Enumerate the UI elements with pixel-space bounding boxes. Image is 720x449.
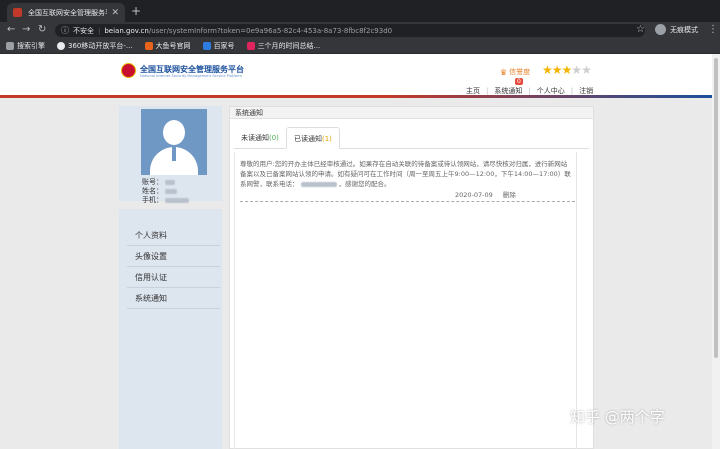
back-arrow-icon[interactable]: ← (7, 24, 15, 35)
bookmark-item[interactable]: 搜索引擎 (6, 41, 45, 51)
message-date: 2020-07-09 (455, 191, 493, 199)
delete-button[interactable]: 删除 (503, 191, 516, 199)
bookmark-item[interactable]: 360移动开放平台-... (57, 41, 133, 51)
star-filled-icon: ★ (561, 63, 573, 77)
name-label: 姓名： (142, 187, 163, 195)
credit-label: 信誉度 (509, 68, 531, 76)
baijiahao-logo-icon (202, 42, 211, 50)
zhihu-watermark: 知乎 @两个字 (570, 408, 665, 426)
scrollbar-thumb[interactable] (714, 58, 718, 358)
folder-icon (6, 42, 14, 50)
site-subtitle: National Internet Security Management Se… (140, 74, 242, 78)
star-empty-icon: ★ (581, 63, 592, 77)
nav-divider: | (570, 87, 574, 95)
redacted-value (165, 179, 175, 185)
incognito-icon (655, 24, 666, 35)
bookmark-label: 大鱼号官网 (155, 42, 191, 50)
tab-title: 全国互联网安全管理服务平台 (28, 8, 107, 17)
header-accent-rule (0, 95, 712, 98)
menu-item-credit[interactable]: 信用认证 (127, 267, 220, 288)
message-text-part1: 尊敬的用户:您的开办主体已经审核通过。如果存在自动关联的待备案或待认领网站，请尽… (240, 160, 571, 188)
site-favicon-icon (13, 8, 22, 17)
message-body: 尊敬的用户:您的开办主体已经审核通过。如果存在自动关联的待备案或待认领网站，请尽… (240, 159, 573, 189)
side-menu: 个人资料 头像设置 信用认证 系统通知 (119, 209, 222, 449)
url-field[interactable]: ⓘ 不安全 | beian.gov.cn/user/systemInform?t… (55, 24, 645, 37)
bookmark-item[interactable]: 百家号 (202, 41, 235, 51)
bookmark-label: 360移动开放平台-... (68, 42, 133, 50)
tab-read-count: (1) (322, 135, 332, 143)
star-filled-icon: ★ (551, 63, 563, 77)
account-label: 账号： (142, 178, 163, 186)
message-meta: 2020-07-09 删除 (455, 189, 516, 199)
browser-address-bar: ← → ↻ ⓘ 不安全 | beian.gov.cn/user/systemIn… (0, 22, 720, 39)
new-tab-plus-icon[interactable]: + (131, 4, 141, 18)
menu-item-notifications[interactable]: 系统通知 (127, 288, 220, 309)
incognito-profile-button[interactable]: 无痕模式 (655, 24, 698, 35)
dayu-logo-icon (144, 42, 153, 50)
star-rating: ★★★★★ (542, 63, 592, 77)
phone-row: 手机： (142, 195, 189, 205)
redacted-phone (300, 181, 337, 187)
profile-card: 账号： 姓名： 手机： (119, 106, 222, 204)
tab-read-label: 已读通知 (294, 135, 322, 143)
insecure-label: 不安全 (73, 26, 94, 35)
tab-read[interactable]: 已读通知(1) (286, 127, 340, 149)
browser-tab-bar: 全国互联网安全管理服务平台 ✕ + (0, 0, 720, 22)
360-logo-icon (57, 42, 65, 50)
credit-count-badge: 0 (515, 78, 523, 85)
shield-icon: ♛ (500, 67, 508, 77)
bookmark-star-icon[interactable]: ☆ (636, 24, 645, 35)
notifications-panel: 系统通知 未读通知(0) 已读通知(1) 尊敬的用户:您的开办主体已经审核通过。… (229, 106, 594, 449)
bookmark-item[interactable]: 大鱼号官网 (144, 41, 191, 51)
message-divider (240, 201, 575, 202)
panel-title: 系统通知 (230, 107, 593, 119)
police-emblem-icon (121, 63, 136, 78)
info-icon[interactable]: ⓘ (61, 25, 69, 36)
url-path: /user/systemInform?token=0e9a96a5-82c4-4… (148, 26, 393, 35)
reload-icon[interactable]: ↻ (38, 24, 46, 35)
url-host: beian.gov.cn (104, 26, 149, 35)
avatar-tie-shape (172, 147, 176, 161)
notification-tabs: 未读通知(0) 已读通知(1) (234, 127, 589, 149)
browser-tab[interactable]: 全国互联网安全管理服务平台 ✕ (7, 3, 125, 22)
star-filled-icon: ★ (542, 63, 553, 77)
star-empty-icon: ★ (571, 63, 582, 77)
tab-unread[interactable]: 未读通知(0) (234, 127, 286, 149)
bookmark-item[interactable]: 三个月的时间总结... (246, 41, 321, 51)
credit-score[interactable]: ♛ 信誉度 (500, 67, 530, 77)
forward-arrow-icon[interactable]: → (22, 24, 30, 35)
bookmark-label: 三个月的时间总结... (257, 42, 321, 50)
phone-label: 手机： (142, 196, 163, 204)
page-scrollbar[interactable] (712, 54, 720, 449)
bookmark-label: 搜索引擎 (17, 42, 45, 50)
redacted-value (165, 188, 177, 194)
web-page: 全国互联网安全管理服务平台 National Internet Security… (0, 54, 712, 449)
menu-item-profile[interactable]: 个人资料 (127, 225, 220, 246)
bookmarks-bar: 搜索引擎 360移动开放平台-... 大鱼号官网 百家号 三个月的时间总结... (0, 39, 720, 54)
site-header: 全国互联网安全管理服务平台 National Internet Security… (0, 54, 712, 96)
redacted-value (165, 197, 189, 203)
weibo-logo-icon (246, 42, 255, 50)
menu-item-avatar[interactable]: 头像设置 (127, 246, 220, 267)
nav-divider: | (528, 87, 531, 95)
nav-divider: | (486, 87, 489, 95)
avatar[interactable] (141, 109, 207, 175)
message-list: 尊敬的用户:您的开办主体已经审核通过。如果存在自动关联的待备案或待认领网站，请尽… (234, 152, 577, 449)
browser-menu-icon[interactable]: ⋮ (708, 24, 718, 35)
close-tab-icon[interactable]: ✕ (111, 8, 119, 18)
message-text-part2: ，感谢您的配合。 (338, 180, 391, 188)
url-divider: | (98, 26, 101, 35)
tab-unread-count: (0) (269, 134, 279, 142)
avatar-head-shape (163, 120, 185, 145)
tab-unread-label: 未读通知 (241, 134, 269, 142)
profile-label: 无痕模式 (670, 25, 698, 34)
bookmark-label: 百家号 (213, 42, 235, 50)
